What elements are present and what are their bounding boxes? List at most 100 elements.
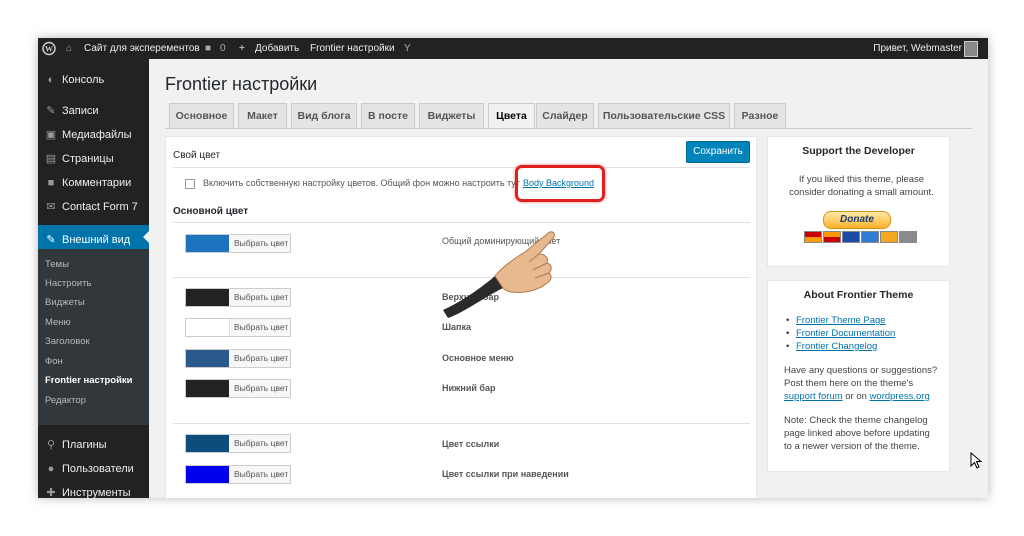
- changelog-note: Note: Check the theme changelog page lin…: [784, 415, 930, 452]
- color-picker-dominant[interactable]: Выбрать цвет: [185, 234, 291, 253]
- sidebar-item-pages[interactable]: ▤ Страницы: [38, 147, 149, 171]
- mail-icon: ✉: [46, 201, 56, 213]
- color-picker-link-hover[interactable]: Выбрать цвет: [185, 465, 291, 484]
- tools-icon: ✚: [46, 487, 56, 498]
- color-swatch: [186, 466, 229, 483]
- link-documentation[interactable]: Frontier Documentation: [784, 328, 944, 341]
- card-icon: [880, 231, 898, 243]
- sidebar-item-contact-form[interactable]: ✉ Contact Form 7: [38, 195, 149, 219]
- submenu-frontier-settings[interactable]: Frontier настройки: [45, 375, 133, 386]
- questions-text: Have any questions or suggestions? Post …: [784, 364, 939, 403]
- tab-custom-css[interactable]: Пользовательские CSS: [598, 103, 730, 128]
- admin-sidebar: ◐ Консоль ✎ Записи ▣ Медиафайлы ▤ Страни…: [38, 59, 149, 498]
- tab-slider[interactable]: Слайдер: [536, 103, 594, 128]
- sidebar-item-media[interactable]: ▣ Медиафайлы: [38, 123, 149, 147]
- color-swatch: [186, 350, 229, 367]
- sidebar-item-label: Пользователи: [62, 463, 134, 475]
- save-button[interactable]: Сохранить: [686, 141, 750, 163]
- divider: [173, 167, 750, 168]
- sidebar-item-posts[interactable]: ✎ Записи: [38, 99, 149, 123]
- color-swatch: [186, 235, 229, 252]
- tab-misc[interactable]: Разное: [734, 103, 786, 128]
- tab-in-post[interactable]: В посте: [361, 103, 415, 128]
- color-picker-bottom-bar[interactable]: Выбрать цвет: [185, 379, 291, 398]
- pick-color-label: Выбрать цвет: [234, 292, 289, 302]
- sidebar-item-label: Contact Form 7: [62, 201, 138, 213]
- submenu-themes[interactable]: Темы: [45, 259, 69, 270]
- users-icon: ●: [47, 463, 55, 475]
- panel-heading: Свой цвет: [173, 150, 221, 161]
- sidebar-item-label: Консоль: [62, 74, 105, 86]
- submenu-customize[interactable]: Настроить: [45, 278, 91, 289]
- about-title: About Frontier Theme: [803, 289, 914, 301]
- color-picker-top-bar[interactable]: Выбрать цвет: [185, 288, 291, 307]
- appearance-submenu: Темы Настроить Виджеты Меню Заголовок Фо…: [38, 249, 149, 425]
- wordpress-org-link[interactable]: wordpress.org: [870, 391, 930, 402]
- submenu-widgets[interactable]: Виджеты: [45, 297, 85, 308]
- sidebar-item-plugins[interactable]: ⚲ Плагины: [38, 433, 149, 457]
- row-label-header: Шапка: [442, 322, 471, 332]
- color-swatch: [186, 319, 230, 336]
- pointing-hand-icon: [443, 231, 555, 318]
- pick-color-label: Выбрать цвет: [234, 238, 289, 248]
- theme-settings-link[interactable]: Frontier настройки: [310, 38, 395, 59]
- link-changelog[interactable]: Frontier Changelog: [784, 341, 944, 354]
- sidebar-item-dashboard[interactable]: ◐ Консоль: [38, 68, 149, 92]
- site-name-link[interactable]: Сайт для эксперементов: [84, 38, 200, 59]
- pick-color-label: Выбрать цвет: [234, 438, 289, 448]
- sidebar-item-tools[interactable]: ✚ Инструменты: [38, 481, 149, 498]
- submenu-background[interactable]: Фон: [45, 356, 63, 367]
- color-picker-main-menu[interactable]: Выбрать цвет: [185, 349, 291, 368]
- sidebar-item-users[interactable]: ● Пользователи: [38, 457, 149, 481]
- submenu-menus[interactable]: Меню: [45, 317, 71, 328]
- comment-icon[interactable]: ■: [205, 38, 211, 59]
- pick-color-label: Выбрать цвет: [234, 383, 289, 393]
- row-label-main-menu: Основное меню: [442, 353, 514, 363]
- tab-colors[interactable]: Цвета: [488, 103, 535, 129]
- sidebar-item-label: Инструменты: [62, 487, 131, 498]
- tab-layout[interactable]: Макет: [238, 103, 287, 128]
- about-box: About Frontier Theme Frontier Theme Page…: [767, 280, 950, 472]
- row-label-link: Цвет ссылки: [442, 439, 500, 449]
- yoast-icon[interactable]: Y: [404, 38, 411, 59]
- color-picker-header[interactable]: Выбрать цвет: [185, 318, 291, 337]
- custom-colors-checkbox[interactable]: [185, 179, 195, 189]
- wordpress-logo-icon[interactable]: W: [42, 38, 56, 59]
- pick-color-label: Выбрать цвет: [234, 353, 289, 363]
- avatar[interactable]: [964, 41, 978, 57]
- tab-basic[interactable]: Основное: [169, 103, 234, 128]
- submenu-header[interactable]: Заголовок: [45, 336, 90, 347]
- amex-icon: [861, 231, 879, 243]
- bank-icon: [899, 231, 917, 243]
- link-theme-page[interactable]: Frontier Theme Page: [784, 315, 944, 328]
- support-forum-link[interactable]: support forum: [784, 391, 843, 402]
- sidebar-item-label: Комментарии: [62, 177, 132, 189]
- tab-widgets[interactable]: Виджеты: [419, 103, 484, 128]
- comments-count[interactable]: 0: [220, 38, 226, 59]
- color-picker-link[interactable]: Выбрать цвет: [185, 434, 291, 453]
- support-text: If you liked this theme, please consider…: [789, 174, 934, 198]
- color-swatch: [186, 435, 229, 452]
- greeting[interactable]: Привет, Webmaster: [873, 38, 962, 59]
- or-on-label: or on: [845, 391, 867, 402]
- pick-color-label: Выбрать цвет: [234, 322, 289, 332]
- comments-icon: ■: [47, 177, 55, 189]
- submenu-editor[interactable]: Редактор: [45, 395, 86, 406]
- pages-icon: ▤: [45, 153, 57, 165]
- donate-button[interactable]: Donate: [823, 211, 891, 229]
- add-new-link[interactable]: Добавить: [255, 38, 299, 59]
- admin-bar: W ⌂ Сайт для эксперементов ■ 0 + Добавит…: [38, 38, 988, 59]
- home-icon: ⌂: [66, 43, 73, 54]
- custom-colors-label: Включить собственную настройку цветов. О…: [203, 178, 520, 188]
- mouse-cursor-icon: [970, 452, 983, 469]
- payment-cards: [804, 231, 917, 243]
- svg-text:W: W: [45, 45, 53, 54]
- row-label-link-hover: Цвет ссылки при наведении: [442, 469, 569, 479]
- tab-blog-view[interactable]: Вид блога: [291, 103, 357, 128]
- support-title: Support the Developer: [802, 145, 915, 157]
- plus-icon[interactable]: +: [239, 38, 245, 59]
- divider: [173, 423, 750, 424]
- sidebar-item-label: Медиафайлы: [62, 129, 132, 141]
- page-title: Frontier настройки: [165, 74, 318, 94]
- sidebar-item-comments[interactable]: ■ Комментарии: [38, 171, 149, 195]
